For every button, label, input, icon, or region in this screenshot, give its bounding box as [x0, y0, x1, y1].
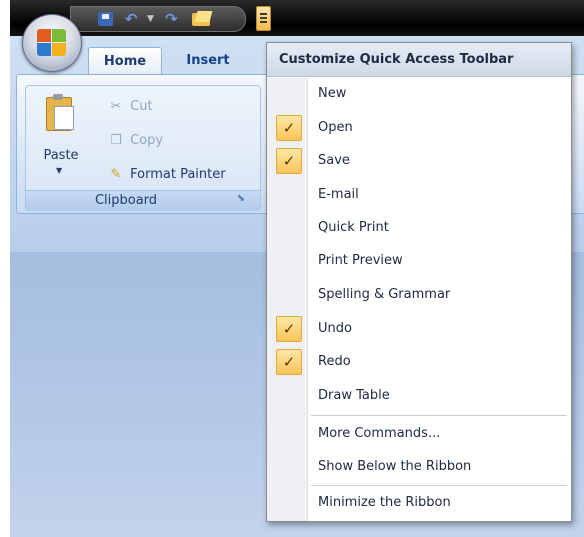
open-folder-icon[interactable]	[191, 9, 213, 29]
tab-insert[interactable]: Insert	[178, 47, 238, 75]
scissors-icon: ✂	[110, 99, 122, 114]
menu-item-undo[interactable]: ✓ Undo	[267, 314, 571, 344]
format-painter-button[interactable]: ✎ Format Painter	[106, 164, 226, 186]
office-button[interactable]	[22, 14, 82, 72]
menu-item-minimize-ribbon[interactable]: Minimize the Ribbon	[267, 488, 571, 518]
save-icon[interactable]	[97, 9, 115, 29]
redo-icon[interactable]: ↷	[165, 9, 183, 29]
menu-item-show-below-ribbon[interactable]: Show Below the Ribbon	[267, 452, 571, 482]
quick-access-toolbar: ↶ ▼ ↷	[70, 6, 246, 32]
menu-item-redo[interactable]: ✓ Redo	[267, 347, 571, 377]
checkmark-icon: ✓	[276, 115, 302, 141]
clipboard-group: Paste ▼ ✂ Cut ❐ Copy ✎ Format Painter Cl…	[25, 85, 261, 211]
menu-item-spelling-grammar[interactable]: Spelling & Grammar	[267, 280, 571, 310]
copy-button[interactable]: ❐ Copy	[106, 130, 163, 152]
menu-item-draw-table[interactable]: Draw Table	[267, 381, 571, 411]
paste-dropdown-icon[interactable]: ▼	[56, 166, 62, 175]
customize-qat-menu: Customize Quick Access Toolbar New ✓ Ope…	[266, 42, 572, 522]
office-logo-icon	[37, 29, 67, 57]
paintbrush-icon: ✎	[110, 167, 122, 182]
copy-label: Copy	[130, 133, 164, 148]
menu-item-print-preview[interactable]: Print Preview	[267, 246, 571, 276]
menu-separator	[311, 485, 567, 486]
checkmark-icon: ✓	[276, 148, 302, 174]
menu-item-more-commands[interactable]: More Commands...	[267, 419, 571, 449]
clipboard-group-footer: Clipboard ⬊	[26, 190, 260, 211]
copy-icon: ❐	[110, 133, 122, 148]
menu-item-new[interactable]: New	[267, 79, 571, 109]
menu-item-open[interactable]: ✓ Open	[267, 113, 571, 143]
undo-icon[interactable]: ↶	[125, 9, 143, 29]
cut-label: Cut	[130, 99, 153, 114]
paste-icon[interactable]	[44, 92, 74, 132]
tab-home[interactable]: Home	[88, 47, 162, 76]
format-painter-label: Format Painter	[130, 167, 226, 182]
paste-button[interactable]: Paste	[36, 148, 86, 163]
undo-dropdown-icon[interactable]: ▼	[147, 9, 157, 29]
menu-separator	[311, 415, 567, 416]
clipboard-group-label: Clipboard	[94, 193, 158, 208]
cut-button[interactable]: ✂ Cut	[106, 96, 153, 118]
menu-item-save[interactable]: ✓ Save	[267, 146, 571, 176]
word-window: ↶ ▼ ↷ Home Insert Paste ▼ ✂ Cut ❐ Copy ✎	[10, 0, 584, 537]
customize-qat-button[interactable]	[256, 6, 271, 31]
menu-item-email[interactable]: E-mail	[267, 180, 571, 210]
menu-title: Customize Quick Access Toolbar	[267, 43, 571, 77]
menu-item-quick-print[interactable]: Quick Print	[267, 213, 571, 243]
dialog-launcher-icon[interactable]: ⬊	[234, 193, 248, 207]
checkmark-icon: ✓	[276, 316, 302, 342]
checkmark-icon: ✓	[276, 349, 302, 375]
